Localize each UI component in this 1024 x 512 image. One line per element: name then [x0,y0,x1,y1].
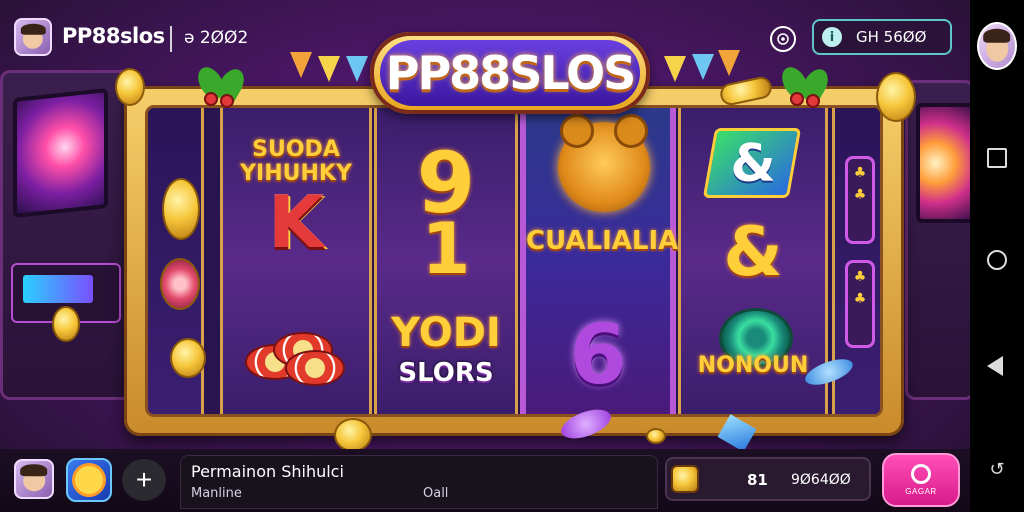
bunting-flag [290,52,312,78]
brand-name: PP88slos [62,24,165,48]
add-button[interactable]: + [122,459,166,501]
profile-avatar[interactable] [977,22,1017,70]
bunting-flag [692,54,714,80]
logo-text: PP88SLOS [385,46,636,100]
symbol-number: 1 [421,208,471,290]
spin-button[interactable]: GAGAR [882,453,960,507]
bunting-flag [318,56,340,82]
club-icon: ♣ [853,291,867,307]
arcade-screen [916,103,970,223]
chips-symbol [245,326,345,386]
bear-symbol [558,114,650,212]
search-icon [911,464,931,484]
gold-coin [646,428,666,444]
slot-machine-frame: SUODA YIHUHKY K 9 1 YODI SLORS CUALIALIA… [124,86,904,436]
gold-coin [52,306,80,342]
symbol-word: NONOUN [697,353,809,378]
game-logo: PP88SLOS [370,32,650,114]
gold-coin [115,68,145,106]
session-code: ә 2ØØ2 [184,28,249,48]
symbol-word: CUALIALIA [526,226,679,256]
game-screen: PP88slos ә 2ØØ2 i GH 56ØØ SUODA YIHUHKY … [0,0,970,512]
reel-3[interactable]: CUALIALIA 6 [520,108,679,414]
reel-2[interactable]: 9 1 YODI SLORS [374,108,518,414]
message-subtitle: Manline [191,486,242,501]
symbol-word: SLORS [398,358,494,388]
gold-coin [876,72,916,122]
arcade-screen [13,88,108,218]
bet-lines: 81 [747,471,768,489]
club-icon: ♣ [853,187,867,203]
gold-coin [162,178,200,240]
balance-display[interactable]: i GH 56ØØ [812,19,952,55]
target-button[interactable] [770,26,796,52]
side-indicator: ♣ ♣ [845,260,875,348]
player-avatar[interactable] [14,459,54,499]
symbol-word: SUODA YIHUHKY [240,137,352,186]
target-icon [777,33,789,45]
bet-panel[interactable]: 81 9Ø64ØØ [665,457,871,501]
leaf-berry-decoration [776,62,834,108]
divider [170,26,172,52]
plus-icon: + [135,464,153,495]
club-icon: ♣ [853,269,867,285]
side-indicator: ♣ ♣ [845,156,875,244]
arcade-machine-right [905,80,970,400]
balance-value: GH 56ØØ [856,28,927,46]
home-button[interactable] [987,250,1007,270]
gold-coin [170,338,206,378]
info-icon: i [822,27,842,47]
game-app-icon[interactable] [66,458,112,502]
reel-1[interactable]: SUODA YIHUHKY K [220,108,372,414]
reels-area: SUODA YIHUHKY K 9 1 YODI SLORS CUALIALIA… [148,108,880,414]
back-button[interactable] [987,356,1003,376]
spin-label: GAGAR [905,487,937,496]
bottom-bar: + Permainon Shihulci Manline Oall 81 9Ø6… [0,449,970,512]
club-icon: ♣ [853,165,867,181]
ruby-gem [160,258,200,310]
recents-button[interactable] [987,148,1007,168]
arcade-machine-left [0,70,135,400]
system-nav-bar: ↺ [970,0,1024,512]
reel-4[interactable]: & & NONOUN [678,108,828,414]
bunting-flag [664,56,686,82]
player-avatar[interactable] [14,18,52,56]
symbol-letter: K [268,180,324,264]
message-meta: Oall [423,486,449,501]
message-title: Permainon Shihulci [191,462,344,481]
coin-icon [671,465,699,493]
bunting-flag [346,56,368,82]
back-gesture-icon[interactable]: ↺ [987,460,1007,480]
symbol-word: YODI [391,310,501,356]
symbol-ampersand: & [723,213,783,292]
leaf-berry-decoration [192,62,250,108]
message-panel[interactable]: Permainon Shihulci Manline Oall [180,455,658,509]
bet-total: 9Ø64ØØ [791,472,851,488]
symbol-number: 6 [569,308,627,403]
bunting-flag [718,50,740,76]
gold-coin [334,418,372,452]
symbol-ampersand: & [730,134,776,194]
